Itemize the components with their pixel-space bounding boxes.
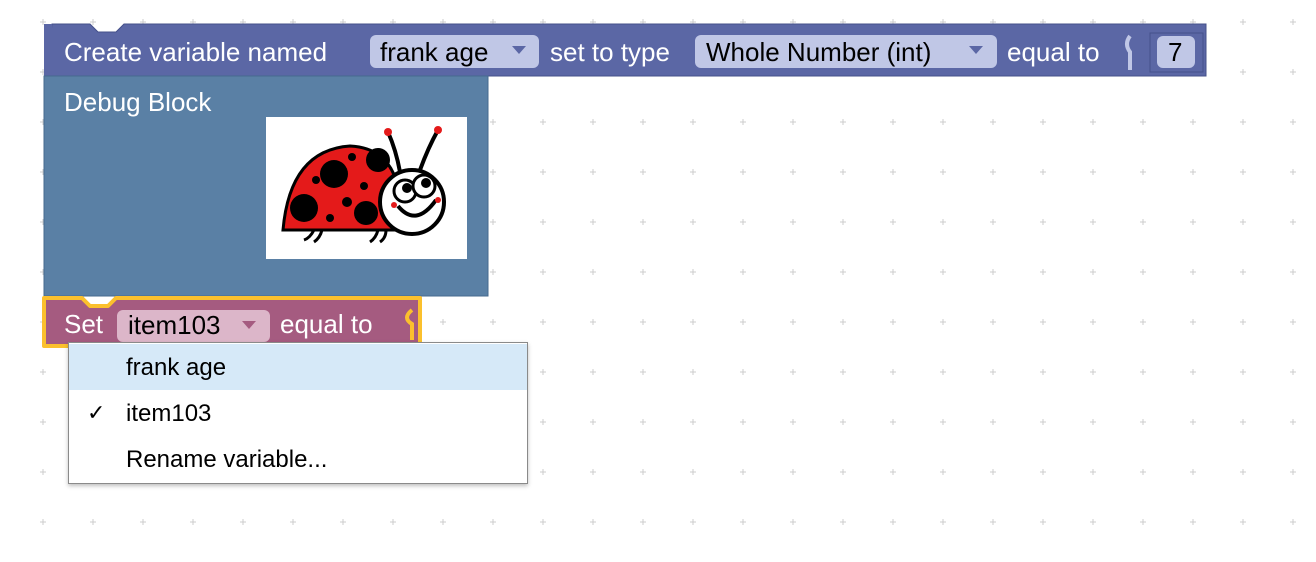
menu-item-item103[interactable]: ✓ item103 [69, 390, 527, 436]
menu-item-label: frank age [126, 354, 227, 381]
set-variable-block[interactable]: Set item103 equal to [42, 296, 422, 348]
set-label: Set [64, 309, 104, 339]
menu-item-label: item103 [126, 400, 212, 427]
menu-item-frank-age[interactable]: frank age [69, 344, 527, 390]
equal-to-label: equal to [1007, 37, 1100, 67]
menu-item-label: Rename variable... [126, 446, 328, 473]
variable-type-dropdown[interactable]: Whole Number (int) [695, 35, 997, 68]
create-variable-label: Create variable named [64, 37, 327, 67]
checkmark-icon: ✓ [87, 400, 106, 425]
set-variable-dropdown[interactable]: item103 [117, 310, 270, 342]
debug-block[interactable]: Debug Block [43, 75, 489, 297]
debug-block-label: Debug Block [64, 87, 212, 117]
menu-item-rename-variable[interactable]: Rename variable... [69, 436, 527, 482]
value-field[interactable]: 7 [1149, 32, 1204, 73]
set-variable-value: item103 [128, 310, 221, 340]
variable-name-value: frank age [380, 37, 488, 67]
variable-type-value: Whole Number (int) [706, 37, 931, 67]
set-equal-to-label: equal to [280, 309, 373, 339]
variable-name-dropdown[interactable]: frank age [370, 35, 539, 68]
value-number: 7 [1168, 37, 1182, 67]
variable-dropdown-menu: frank age ✓ item103 Rename variable... [68, 342, 528, 484]
set-to-type-label: set to type [550, 37, 670, 67]
